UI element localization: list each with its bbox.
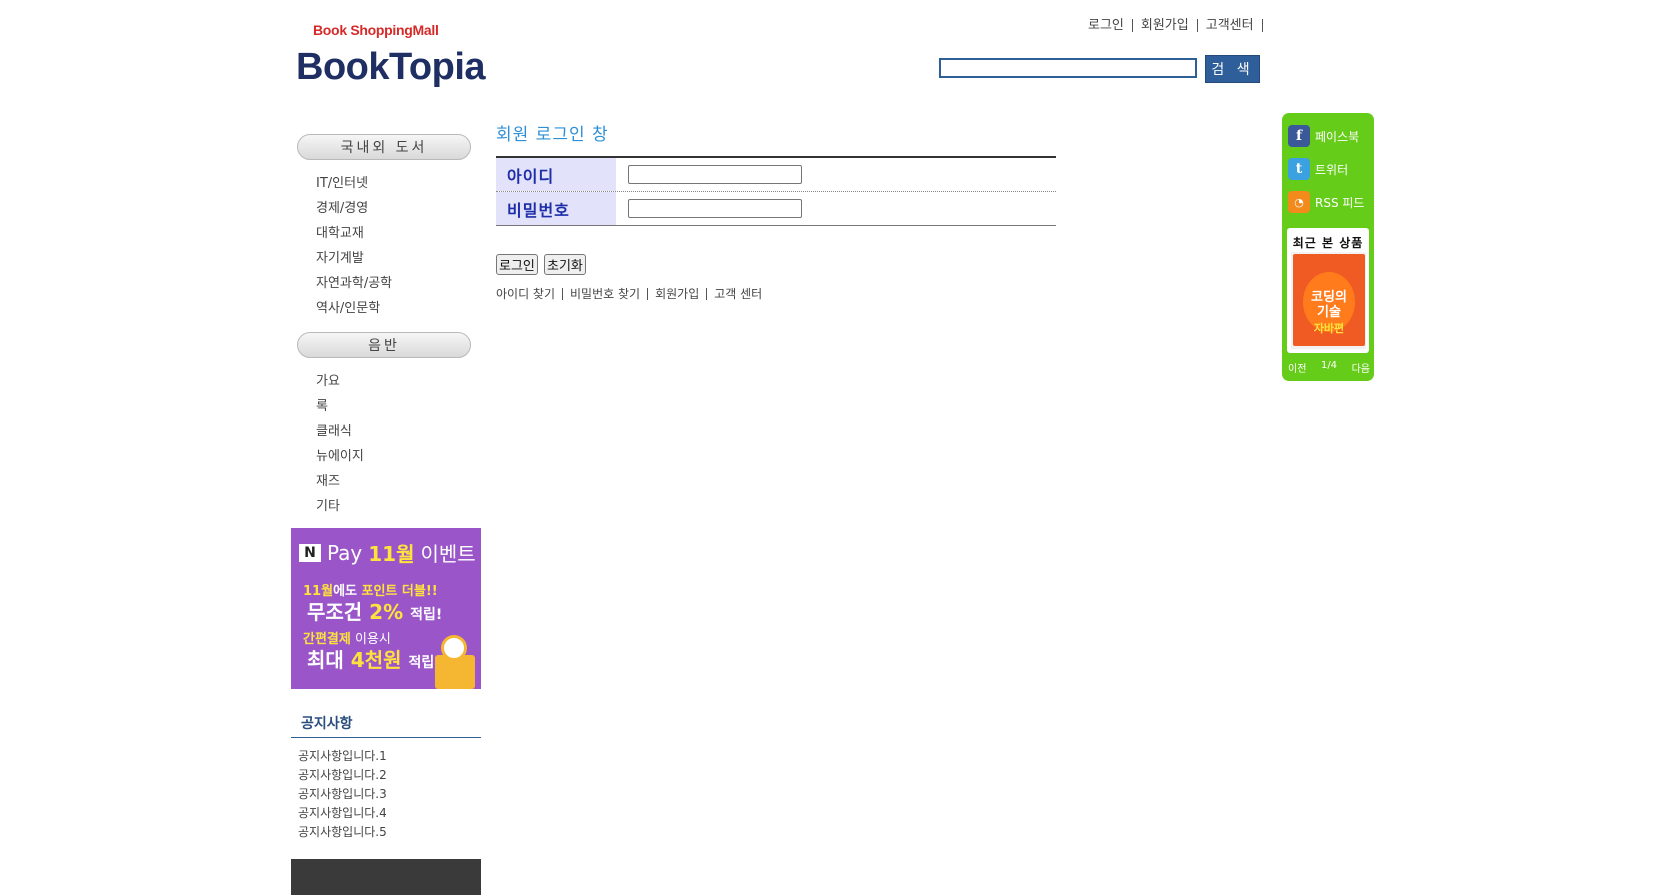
id-row: 아이디 bbox=[496, 158, 1056, 192]
account-links: 아이디 찾기 비밀번호 찾기 회원가입 고객 센터 bbox=[496, 288, 769, 300]
find-id-link[interactable]: 아이디 찾기 bbox=[496, 288, 562, 300]
page-title: 회원 로그인 창 bbox=[496, 125, 609, 145]
npay-logo-icon: N bbox=[299, 543, 321, 562]
logo-subtitle: Book ShoppingMall bbox=[313, 22, 439, 38]
twitter-icon: t bbox=[1288, 158, 1310, 180]
npay-event-banner[interactable]: N Pay 11월 이벤트 11월에도 포인트 더블!! 무조건 2% 적립! 간편… bbox=[291, 528, 481, 689]
bottom-banner[interactable] bbox=[291, 859, 481, 895]
book-subtitle: 자바편 bbox=[1313, 322, 1345, 335]
login-form: 아이디 비밀번호 bbox=[496, 156, 1056, 226]
notice-title: 공지사항 bbox=[301, 716, 353, 732]
recent-pager: 이전 1/4 다음 bbox=[1288, 360, 1370, 375]
top-link-customer-center[interactable]: 고객센터 bbox=[1198, 18, 1263, 32]
book-cover: 코딩의 기술 자바편 bbox=[1293, 254, 1365, 346]
notice-item[interactable]: 공지사항입니다.3 bbox=[298, 785, 387, 804]
password-row: 비밀번호 bbox=[496, 192, 1056, 225]
password-input[interactable] bbox=[628, 199, 802, 218]
prev-button[interactable]: 이전 bbox=[1288, 360, 1306, 375]
category-header-books[interactable]: 국내외 도서 bbox=[297, 134, 471, 160]
category-item[interactable]: 뉴에이지 bbox=[316, 444, 364, 469]
search-input[interactable] bbox=[939, 58, 1197, 78]
category-item[interactable]: 재즈 bbox=[316, 469, 364, 494]
book-title: 코딩의 기술 bbox=[1311, 290, 1347, 320]
search-button[interactable]: 검 색 bbox=[1205, 55, 1260, 83]
notice-item[interactable]: 공지사항입니다.5 bbox=[298, 823, 387, 842]
recent-book[interactable]: 코딩의 기술 자바편 bbox=[1291, 252, 1366, 349]
notice-divider bbox=[291, 737, 481, 738]
category-item[interactable]: 기타 bbox=[316, 494, 364, 519]
rss-icon: ◔ bbox=[1288, 191, 1310, 213]
category-item[interactable]: 경제/경영 bbox=[316, 196, 392, 221]
category-item[interactable]: 대학교재 bbox=[316, 221, 392, 246]
notice-item[interactable]: 공지사항입니다.2 bbox=[298, 766, 387, 785]
page-indicator: 1/4 bbox=[1320, 360, 1338, 371]
twitter-link[interactable]: t 트위터 bbox=[1288, 158, 1348, 180]
notice-list: 공지사항입니다.1 공지사항입니다.2 공지사항입니다.3 공지사항입니다.4 … bbox=[298, 747, 387, 842]
signup-link[interactable]: 회원가입 bbox=[647, 288, 706, 300]
banner-headline: N Pay 11월 이벤트 bbox=[299, 538, 476, 567]
customer-center-link[interactable]: 고객 센터 bbox=[706, 288, 769, 300]
logo[interactable]: BookTopia bbox=[296, 46, 486, 89]
coin-icon bbox=[441, 635, 467, 661]
category-list-books: IT/인터넷 경제/경영 대학교재 자기계발 자연과학/공학 역사/인문학 bbox=[316, 171, 392, 321]
category-item[interactable]: 자기계발 bbox=[316, 246, 392, 271]
reset-button[interactable]: 초기화 bbox=[544, 254, 586, 275]
id-input[interactable] bbox=[628, 165, 802, 184]
category-item[interactable]: 록 bbox=[316, 394, 364, 419]
password-label: 비밀번호 bbox=[496, 192, 616, 225]
quick-panel: f 페이스북 t 트위터 ◔ RSS 피드 최근 본 상품 코딩의 기술 자바편 … bbox=[1282, 113, 1374, 381]
recent-items: 최근 본 상품 코딩의 기술 자바편 bbox=[1287, 228, 1369, 353]
find-password-link[interactable]: 비밀번호 찾기 bbox=[562, 288, 647, 300]
notice-item[interactable]: 공지사항입니다.4 bbox=[298, 804, 387, 823]
category-item[interactable]: 가요 bbox=[316, 369, 364, 394]
category-item[interactable]: 역사/인문학 bbox=[316, 296, 392, 321]
category-list-music: 가요 록 클래식 뉴에이지 재즈 기타 bbox=[316, 369, 364, 519]
login-button[interactable]: 로그인 bbox=[496, 254, 538, 275]
category-item[interactable]: 자연과학/공학 bbox=[316, 271, 392, 296]
category-item[interactable]: IT/인터넷 bbox=[316, 171, 392, 196]
notice-item[interactable]: 공지사항입니다.1 bbox=[298, 747, 387, 766]
banner-line: 최대 4천원 적립! bbox=[307, 648, 441, 672]
banner-line: 무조건 2% 적립! bbox=[307, 600, 443, 624]
category-header-music[interactable]: 음반 bbox=[297, 332, 471, 358]
recent-items-title: 최근 본 상품 bbox=[1292, 236, 1364, 250]
facebook-icon: f bbox=[1288, 125, 1310, 147]
category-item[interactable]: 클래식 bbox=[316, 419, 364, 444]
top-link-login[interactable]: 로그인 bbox=[1080, 18, 1133, 32]
top-link-signup[interactable]: 회원가입 bbox=[1133, 18, 1198, 32]
next-button[interactable]: 다음 bbox=[1352, 360, 1370, 375]
facebook-link[interactable]: f 페이스북 bbox=[1288, 125, 1359, 147]
id-label: 아이디 bbox=[496, 158, 616, 191]
rss-link[interactable]: ◔ RSS 피드 bbox=[1288, 191, 1364, 213]
top-links: 로그인 회원가입 고객센터 bbox=[1080, 16, 1263, 34]
